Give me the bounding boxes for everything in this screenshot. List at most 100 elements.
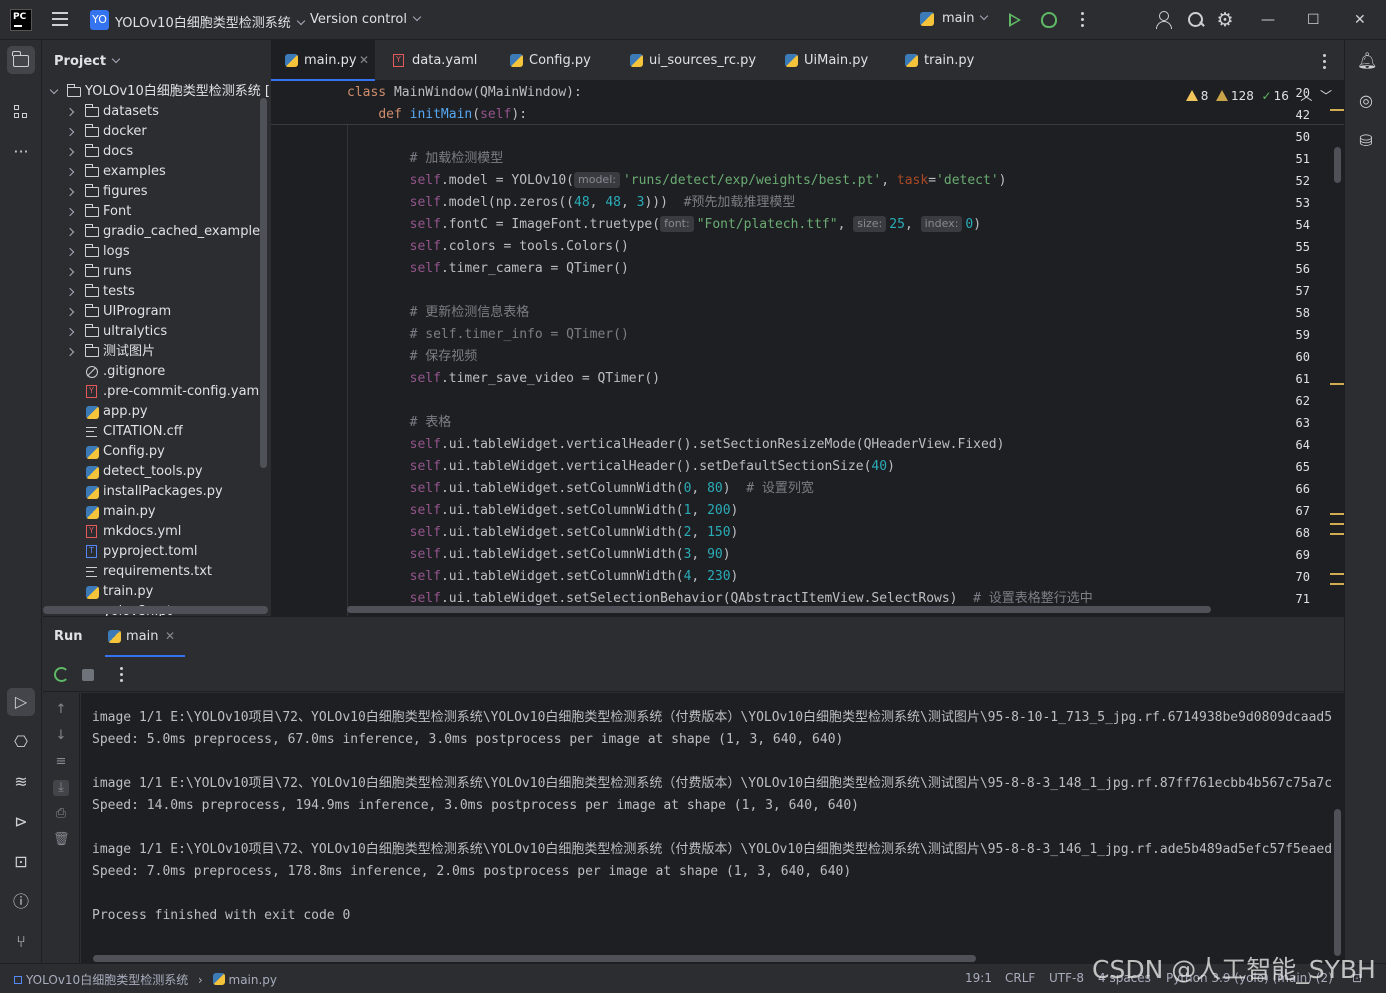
tree-item[interactable]: examples	[43, 162, 270, 182]
tree-item[interactable]: requirements.txt	[43, 562, 270, 582]
tree-item[interactable]: app.py	[43, 402, 270, 422]
code-line[interactable]: self.model = YOLOv10(model:'runs/detect/…	[347, 170, 1007, 192]
sticky-code-line[interactable]: class MainWindow(QMainWindow):	[347, 82, 582, 104]
breadcrumb-file[interactable]: main.py	[229, 973, 278, 987]
scroll-to-end-icon[interactable]: ⤓	[53, 780, 69, 796]
collapse-arrow-icon[interactable]	[65, 347, 75, 357]
services-icon[interactable]: ⊳	[7, 808, 35, 836]
debug-icon[interactable]	[1041, 12, 1057, 28]
error-stripe-mark[interactable]	[1330, 383, 1344, 385]
code-line[interactable]: self.fontC = ImageFont.truetype(font: "Fo…	[347, 214, 981, 236]
code-line[interactable]: self.timer_save_video = QTimer()	[347, 368, 660, 390]
editor-tab[interactable]: ui_sources_rc.py	[616, 40, 766, 81]
structure-tool-button[interactable]	[7, 98, 35, 126]
code-line[interactable]: self.ui.tableWidget.setColumnWidth(2, 15…	[347, 522, 739, 544]
line-separator[interactable]: CRLF	[1005, 971, 1035, 985]
close-icon[interactable]: ✕	[165, 629, 175, 643]
next-highlight-icon[interactable]: ﹀	[1320, 89, 1332, 103]
editor-vertical-scrollbar[interactable]	[1334, 147, 1341, 183]
scroll-up-icon[interactable]: ↑	[53, 702, 69, 718]
layers-icon[interactable]: ≋	[7, 768, 35, 796]
code-line[interactable]: self.ui.tableWidget.verticalHeader().set…	[347, 434, 1005, 456]
minimize-button[interactable]: —	[1261, 12, 1275, 28]
code-line[interactable]: self.ui.tableWidget.setColumnWidth(0, 80…	[347, 478, 814, 500]
console-vertical-scrollbar[interactable]	[1334, 809, 1341, 956]
close-window-button[interactable]: ✕	[1354, 12, 1366, 28]
rerun-icon[interactable]	[54, 667, 69, 682]
code-line[interactable]: self.timer_camera = QTimer()	[347, 258, 629, 280]
tree-item[interactable]: CITATION.cff	[43, 422, 270, 442]
tree-item[interactable]: YOLOv10白细胞类型检测系统 [yo	[43, 82, 270, 102]
tree-item[interactable]: Font	[43, 202, 270, 222]
code-line[interactable]: # 保存视频	[347, 346, 478, 368]
more-actions-icon[interactable]	[1081, 12, 1085, 30]
git-icon[interactable]: ⑂	[7, 928, 35, 956]
version-control-menu[interactable]: Version control	[310, 12, 422, 27]
sticky-code-line[interactable]: def initMain(self):	[347, 104, 527, 126]
collapse-arrow-icon[interactable]	[65, 307, 75, 317]
collapse-arrow-icon[interactable]	[65, 207, 75, 217]
editor-tab[interactable]: main.py ✕	[271, 40, 375, 81]
code-line[interactable]: # 表格	[347, 412, 452, 434]
scroll-down-icon[interactable]: ↓	[53, 728, 69, 744]
database-icon[interactable]: ⛁	[1357, 132, 1375, 150]
error-stripe-mark[interactable]	[1330, 513, 1344, 515]
tree-item[interactable]: Config.py	[43, 442, 270, 462]
tree-item[interactable]: installPackages.py	[43, 482, 270, 502]
collapse-arrow-icon[interactable]	[65, 227, 75, 237]
tree-item[interactable]: datasets	[43, 102, 270, 122]
search-icon[interactable]	[1186, 10, 1206, 30]
main-menu-icon[interactable]	[52, 12, 68, 26]
notifications-icon[interactable]: 🔔︎	[1357, 52, 1377, 70]
tree-item[interactable]: 测试图片	[43, 342, 270, 362]
error-stripe-mark[interactable]	[1330, 583, 1344, 585]
tree-item[interactable]: docker	[43, 122, 270, 142]
editor-tab[interactable]: Config.py	[496, 40, 611, 81]
editor-tab[interactable]: Ydata.yaml	[379, 40, 491, 81]
collapse-arrow-icon[interactable]	[65, 327, 75, 337]
tree-item[interactable]: gradio_cached_examples	[43, 222, 270, 242]
tree-item[interactable]: ultralytics	[43, 322, 270, 342]
code-line[interactable]: # 更新检测信息表格	[347, 302, 530, 324]
error-stripe-mark[interactable]	[1330, 573, 1344, 575]
more-tools-icon[interactable]: ···	[7, 138, 35, 166]
collapse-arrow-icon[interactable]	[65, 287, 75, 297]
collapse-arrow-icon[interactable]	[65, 167, 75, 177]
expand-arrow-icon[interactable]	[49, 85, 59, 95]
editor-tab[interactable]: UiMain.py	[771, 40, 886, 81]
ai-assistant-icon[interactable]: ◎	[1357, 92, 1375, 110]
error-stripe-mark[interactable]	[1330, 523, 1344, 525]
tree-item[interactable]: .gitignore	[43, 362, 270, 382]
console-horizontal-scrollbar[interactable]	[93, 955, 976, 962]
tree-item[interactable]: UIProgram	[43, 302, 270, 322]
tree-item[interactable]: main.py	[43, 502, 270, 522]
run-config-selector[interactable]: main	[920, 11, 989, 26]
collapse-arrow-icon[interactable]	[65, 247, 75, 257]
run-icon[interactable]	[1009, 13, 1021, 27]
tree-item[interactable]: runs	[43, 262, 270, 282]
code-line[interactable]: # self.timer_info = QTimer()	[347, 324, 629, 346]
inspection-widget[interactable]: 8 128 ✓ 16 ︿ ﹀	[1185, 87, 1332, 104]
project-tool-button[interactable]	[7, 46, 35, 74]
editor-tab[interactable]: train.py	[891, 40, 991, 81]
problems-icon[interactable]: ⓘ	[7, 888, 35, 916]
code-line[interactable]: self.ui.tableWidget.setColumnWidth(4, 23…	[347, 566, 739, 588]
tree-item[interactable]: Y .pre-commit-config.yaml	[43, 382, 270, 402]
tree-item[interactable]: Tpyproject.toml	[43, 542, 270, 562]
run-more-icon[interactable]	[120, 667, 124, 685]
tree-item[interactable]: logs	[43, 242, 270, 262]
terminal-icon[interactable]: ⊡	[7, 848, 35, 876]
caret-position[interactable]: 19:1	[965, 971, 992, 985]
code-line[interactable]: self.ui.tableWidget.verticalHeader().set…	[347, 456, 895, 478]
maximize-button[interactable]: ☐	[1307, 12, 1320, 28]
gear-icon[interactable]: ⚙	[1215, 10, 1235, 30]
code-line[interactable]: self.ui.tableWidget.setColumnWidth(3, 90…	[347, 544, 731, 566]
project-badge[interactable]: YO	[90, 10, 109, 30]
code-line[interactable]: self.colors = tools.Colors()	[347, 236, 629, 258]
tree-item[interactable]: figures	[43, 182, 270, 202]
project-horizontal-scrollbar[interactable]	[43, 606, 268, 614]
code-line[interactable]: # 加载检测模型	[347, 148, 504, 170]
clear-all-icon[interactable]: 🗑︎	[53, 832, 70, 848]
close-icon[interactable]: ✕	[359, 40, 369, 81]
code-line[interactable]: self.ui.tableWidget.setColumnWidth(1, 20…	[347, 500, 739, 522]
